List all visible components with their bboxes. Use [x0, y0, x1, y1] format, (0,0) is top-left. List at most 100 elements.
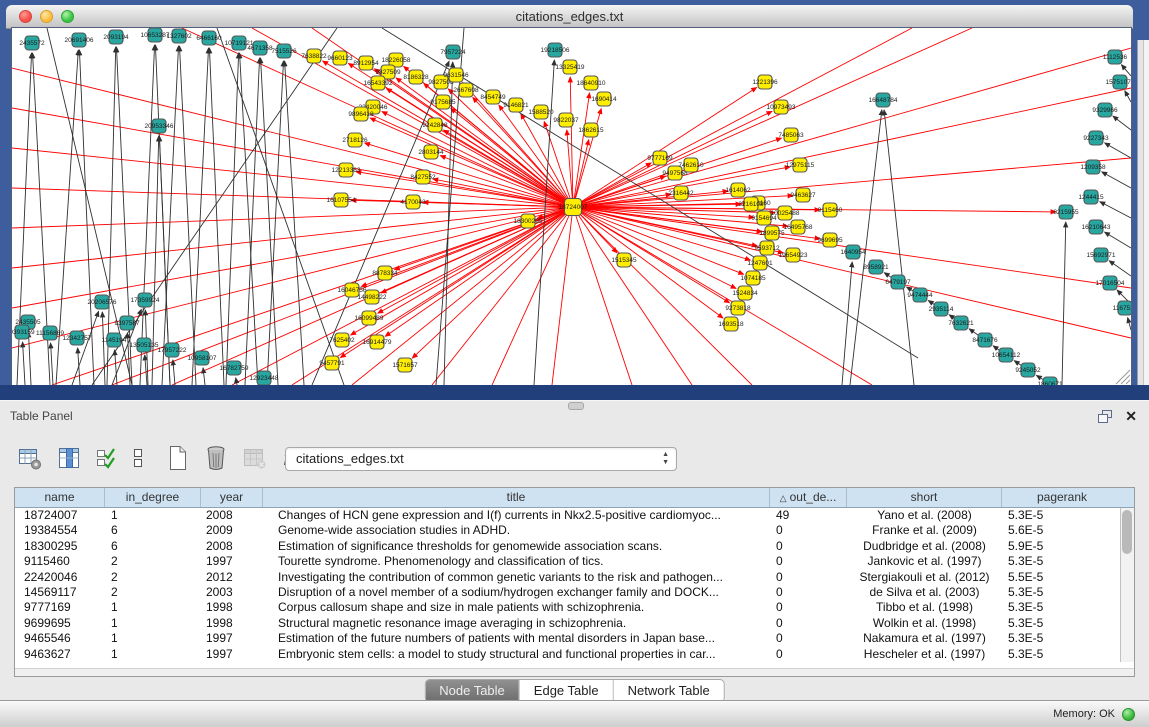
- tab-network-table[interactable]: Network Table: [614, 680, 724, 702]
- tab-node-table[interactable]: Node Table: [425, 680, 520, 702]
- network-node[interactable]: 4170043: [400, 195, 426, 209]
- network-node[interactable]: 17957222: [158, 343, 187, 357]
- table-row[interactable]: 911546021997Tourette syndrome. Phenomeno…: [15, 554, 1134, 569]
- network-node[interactable]: 8471676: [972, 333, 998, 347]
- column-header-year[interactable]: year: [201, 488, 263, 507]
- network-node[interactable]: 9463627: [790, 188, 816, 202]
- table-row[interactable]: 946554611997Estimation of the future num…: [15, 631, 1134, 646]
- network-node[interactable]: 1571657: [392, 358, 418, 372]
- column-header-short[interactable]: short: [847, 488, 1002, 507]
- network-node[interactable]: 1074185: [740, 271, 766, 285]
- network-node[interactable]: 9699695: [817, 233, 843, 247]
- network-node[interactable]: 19654923: [779, 248, 808, 262]
- network-node[interactable]: 1221396: [752, 75, 778, 89]
- network-node[interactable]: 9146821: [503, 98, 529, 112]
- network-node[interactable]: 9329966: [1092, 103, 1118, 117]
- network-node[interactable]: 9593712: [754, 241, 780, 255]
- table-row[interactable]: 2242004622012Investigating the contribut…: [15, 570, 1134, 585]
- network-node[interactable]: 1588520: [528, 105, 554, 119]
- network-node[interactable]: 2803144: [418, 145, 444, 159]
- table-row[interactable]: 1938455462009Genome-wide association stu…: [15, 523, 1134, 538]
- column-header-name[interactable]: name: [15, 488, 105, 507]
- network-node[interactable]: 13325419: [556, 60, 585, 74]
- network-node[interactable]: 1690414: [591, 92, 617, 106]
- table-row[interactable]: 946362711997Embryonic stem cells: a mode…: [15, 647, 1134, 662]
- network-node[interactable]: 12975115: [786, 158, 815, 172]
- network-node[interactable]: 7515526: [271, 44, 297, 58]
- svg-text:2316442: 2316442: [668, 190, 694, 197]
- table-row[interactable]: 1830029562008Estimation of significance …: [15, 539, 1134, 554]
- network-node[interactable]: 18640910: [577, 76, 606, 90]
- table-row[interactable]: 1456911722003Disruption of a novel membe…: [15, 585, 1134, 600]
- network-node[interactable]: 1167533: [1113, 301, 1131, 315]
- network-node[interactable]: 10958107: [188, 351, 217, 365]
- vertical-scrollbar[interactable]: [1120, 508, 1134, 662]
- scrollbar-thumb[interactable]: [1122, 510, 1132, 554]
- network-node[interactable]: 16210643: [1082, 220, 1111, 234]
- network-node[interactable]: 9115460: [818, 203, 843, 217]
- network-node[interactable]: 10654112: [992, 348, 1021, 362]
- network-node[interactable]: 1899575: [759, 226, 785, 240]
- new-column-icon[interactable]: [167, 445, 189, 471]
- network-node[interactable]: 16099489: [355, 311, 384, 325]
- table-selector-dropdown[interactable]: citations_edges.txt ▲▼: [285, 447, 677, 471]
- network-node[interactable]: 15692971: [1087, 248, 1116, 262]
- network-node[interactable]: 2718126: [342, 133, 368, 147]
- network-node[interactable]: 2435572: [19, 36, 45, 50]
- network-node[interactable]: 1614062: [725, 183, 751, 197]
- table-row[interactable]: 1872400712008Changes of HCN gene express…: [15, 508, 1134, 523]
- column-header-in_degree[interactable]: in_degree: [105, 488, 201, 507]
- network-node[interactable]: 8215955: [1053, 205, 1079, 219]
- float-panel-icon[interactable]: [1098, 410, 1113, 423]
- row-toggle-icon[interactable]: [132, 446, 144, 470]
- table-row[interactable]: 977716911998Corpus callosum shape and si…: [15, 600, 1134, 615]
- tab-edge-table[interactable]: Edge Table: [520, 680, 614, 702]
- network-node[interactable]: 1640954: [840, 245, 866, 259]
- network-node[interactable]: 9822037: [553, 113, 579, 127]
- network-node[interactable]: 20691406: [65, 33, 94, 47]
- network-node[interactable]: 7632621: [948, 316, 974, 330]
- network-node[interactable]: 2935114: [929, 302, 954, 316]
- network-node[interactable]: 1693518: [718, 317, 744, 331]
- desktop-scroll-strip[interactable]: [1137, 40, 1149, 385]
- horizontal-scrollbar[interactable]: [15, 668, 1134, 676]
- network-node[interactable]: 16782759: [220, 361, 249, 375]
- show-columns-icon[interactable]: [58, 446, 81, 471]
- window-titlebar[interactable]: citations_edges.txt: [6, 5, 1133, 29]
- network-node[interactable]: 16495768: [784, 220, 813, 234]
- column-checklist-icon[interactable]: [96, 446, 117, 470]
- network-node[interactable]: 9242848: [422, 118, 448, 132]
- svg-text:8958921: 8958921: [863, 264, 889, 271]
- network-node[interactable]: 7485063: [778, 128, 804, 142]
- network-node[interactable]: 1247601: [747, 256, 773, 270]
- network-node[interactable]: 8912954: [353, 56, 379, 70]
- network-node[interactable]: 8958921: [863, 260, 889, 274]
- network-node[interactable]: 20206576: [88, 295, 117, 309]
- resize-grip-icon[interactable]: [1116, 370, 1130, 384]
- network-node[interactable]: 17016504: [1096, 276, 1125, 290]
- column-header-out_de[interactable]: △out_de...: [770, 488, 847, 507]
- table-row[interactable]: 969969511998Structural magnetic resonanc…: [15, 616, 1134, 631]
- delete-column-icon[interactable]: [204, 445, 228, 471]
- delete-table-icon[interactable]: [243, 446, 267, 471]
- network-canvas[interactable]: 1872400724355722069140620931941065328713…: [12, 28, 1131, 385]
- network-node[interactable]: 6466160: [196, 31, 222, 45]
- column-header-pagerank[interactable]: pagerank: [1002, 488, 1122, 507]
- network-node[interactable]: 1515345: [611, 253, 637, 267]
- network-node[interactable]: 20953346: [145, 119, 174, 133]
- network-node[interactable]: 16648784: [869, 93, 898, 107]
- network-node[interactable]: 15751074: [1106, 75, 1131, 89]
- network-node[interactable]: 16107554: [327, 193, 356, 207]
- network-node[interactable]: 1112536: [1103, 50, 1128, 64]
- network-node[interactable]: 9245052: [1015, 363, 1041, 377]
- network-node[interactable]: 19218506: [541, 43, 570, 57]
- table-mode-icon[interactable]: [18, 446, 43, 471]
- network-node[interactable]: 1862615: [578, 123, 604, 137]
- close-panel-icon[interactable]: ✕: [1125, 409, 1137, 423]
- network-node[interactable]: 17359924: [131, 293, 160, 307]
- network-node[interactable]: 8186328: [403, 70, 429, 84]
- column-header-title[interactable]: title: [263, 488, 770, 507]
- network-node[interactable]: 1145194: [102, 333, 127, 347]
- network-node[interactable]: 6479197: [885, 275, 911, 289]
- network-node[interactable]: 2093194: [103, 30, 129, 44]
